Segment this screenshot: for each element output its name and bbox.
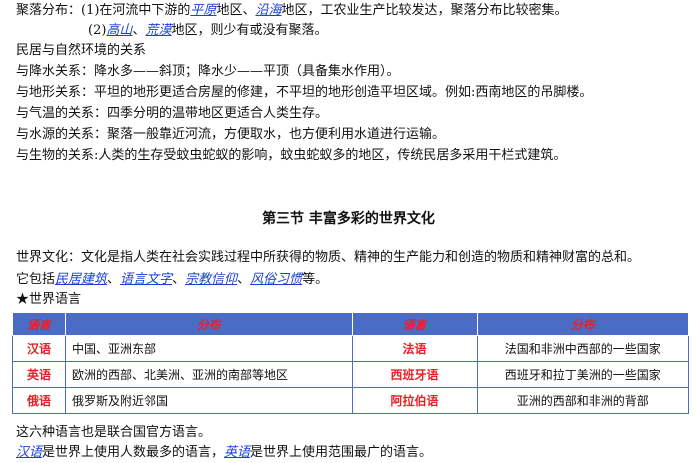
table-row: 英语 欧洲的西部、北美洲、亚洲的南部等地区 西班牙语 西班牙和拉丁美洲的一些国家 — [12, 361, 690, 388]
culture-includes: 它包括民居建筑、语言文字、宗教信仰、风俗习惯等。 — [16, 271, 328, 289]
language-region: 中国、亚洲东部 — [65, 335, 353, 362]
temperature-relation: 与气温的关系：四季分明的温带地区更适合人类生存。 — [16, 106, 329, 121]
keyword-language: 语言文字 — [120, 272, 173, 287]
table-header-row: 语言 分布 语言 分布 — [12, 312, 690, 336]
terrain-relation: 与地形关系：平坦的地形更适合房屋的修建，不平坦的地形创造平坦区域。例如:西南地区… — [16, 85, 593, 100]
col-region: 分布 — [65, 312, 353, 336]
world-language-heading: ★世界语言 — [16, 292, 82, 307]
table-row: 汉语 中国、亚洲东部 法语 法国和非洲中西部的一些国家 — [12, 335, 690, 362]
biology-relation: 与生物的关系:人类的生存受蚊虫蛇蚁的影响，蚊虫蛇蚁多的地区，传统民居多采用干栏式… — [16, 148, 567, 163]
section-title: 第三节 丰富多彩的世界文化 — [262, 211, 435, 227]
rain-relation: 与降水关系：降水多——斜顶；降水少——平顶（具备集水作用）。 — [16, 64, 400, 79]
text: 、 — [107, 272, 121, 287]
keyword-religion: 宗教信仰 — [185, 272, 238, 287]
culture-definition: 世界文化：文化是指人类在社会实践过程中所获得的物质、精神的生产能力和创造的物质和… — [16, 250, 641, 265]
keyword-customs: 风俗习惯 — [250, 272, 303, 287]
text: (2) — [88, 23, 107, 38]
table-row: 俄语 俄罗斯及附近邻国 阿拉伯语 亚洲的西部和非洲的背部 — [12, 387, 690, 414]
text: 地区、 — [216, 3, 256, 18]
relations-heading: 民居与自然环境的关系 — [16, 43, 147, 58]
text: 地区，工农业生产比较发达，聚落分布比较密集。 — [281, 3, 568, 18]
text: 地区，则少有或没有聚落。 — [171, 23, 328, 38]
text: 、 — [132, 23, 146, 38]
language-name: 英语 — [12, 361, 66, 388]
footer-line-1: 这六种语言也是联合国官方语言。 — [16, 425, 212, 440]
text: 、 — [237, 272, 251, 287]
keyword-desert: 荒漠 — [145, 23, 172, 38]
keyword-coastal: 沿海 — [255, 3, 282, 18]
keyword-chinese: 汉语 — [16, 445, 43, 460]
text: 它包括 — [16, 272, 56, 287]
footer-line-2: 汉语是世界上使用人数最多的语言，英语是世界上使用范围最广的语言。 — [16, 444, 432, 462]
text: 是世界上使用人数最多的语言， — [42, 445, 225, 460]
language-name: 汉语 — [12, 335, 66, 362]
water-relation: 与水源的关系：聚落一般靠近河流，方便取水，也方便利用水道进行运输。 — [16, 127, 446, 142]
keyword-english: 英语 — [224, 445, 251, 460]
settlement-line-2: (2)高山、荒漠地区，则少有或没有聚落。 — [88, 22, 327, 40]
col-language: 语言 — [12, 312, 66, 336]
language-region: 俄罗斯及附近邻国 — [65, 387, 353, 414]
language-region: 亚洲的西部和非洲的背部 — [476, 387, 690, 414]
col-region-2: 分布 — [476, 312, 690, 336]
settlement-line-1: 聚落分布：(1)在河流中下游的平原地区、沿海地区，工农业生产比较发达，聚落分布比… — [16, 2, 567, 20]
col-language-2: 语言 — [351, 312, 478, 336]
keyword-architecture: 民居建筑 — [55, 272, 108, 287]
text: 是世界上使用范围最广的语言。 — [250, 445, 433, 460]
language-region: 欧洲的西部、北美洲、亚洲的南部等地区 — [65, 361, 353, 388]
text: 等。 — [302, 272, 329, 287]
language-name: 俄语 — [12, 387, 66, 414]
keyword-plain: 平原 — [190, 3, 217, 18]
language-name: 法语 — [351, 335, 478, 362]
text: 聚落分布：(1)在河流中下游的 — [16, 3, 191, 18]
language-name: 阿拉伯语 — [351, 387, 478, 414]
language-region: 西班牙和拉丁美洲的一些国家 — [476, 361, 690, 388]
text: 、 — [172, 272, 186, 287]
language-table: 语言 分布 语言 分布 汉语 中国、亚洲东部 法语 法国和非洲中西部的一些国家 … — [12, 312, 690, 414]
keyword-mountain: 高山 — [106, 23, 133, 38]
language-name: 西班牙语 — [351, 361, 478, 388]
language-region: 法国和非洲中西部的一些国家 — [476, 335, 690, 362]
